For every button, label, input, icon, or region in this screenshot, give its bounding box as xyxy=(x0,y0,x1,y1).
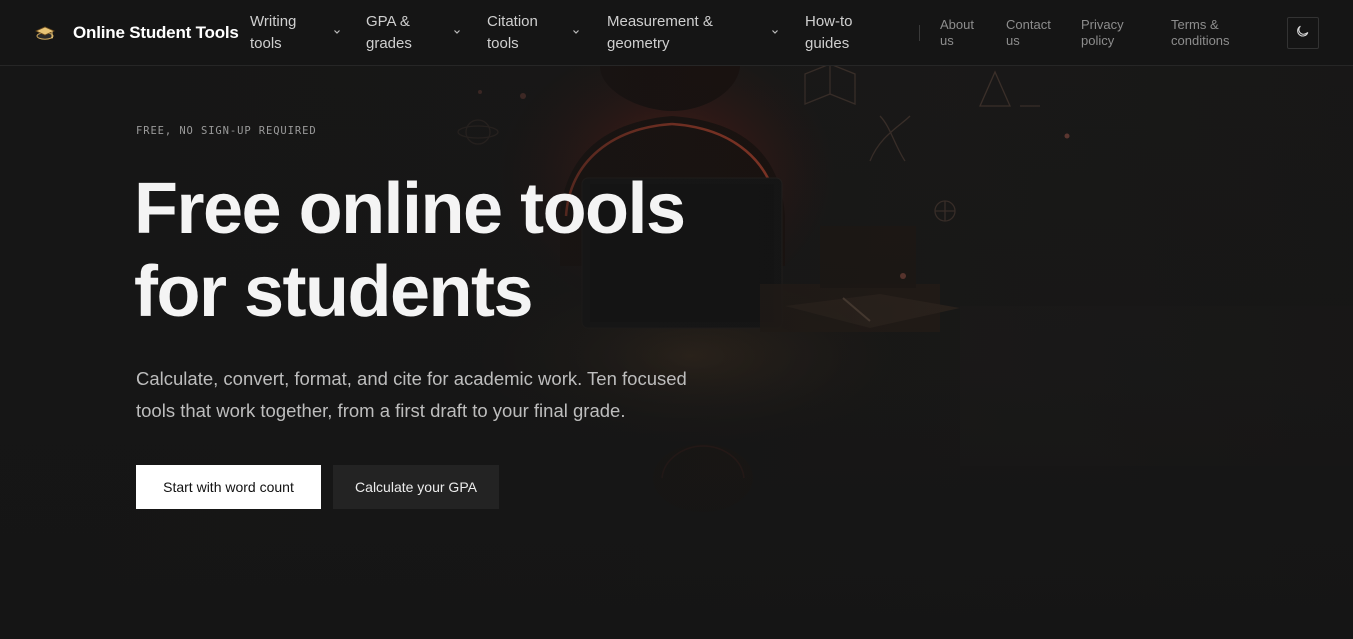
nav-label: Measurement & geometry xyxy=(607,13,713,52)
theme-toggle-button[interactable] xyxy=(1287,17,1319,49)
brand-name: Online Student Tools xyxy=(73,23,239,42)
start-word-count-button[interactable]: Start with word count xyxy=(136,465,321,509)
nav-label: Writing tools xyxy=(250,13,297,52)
chevron-down-icon xyxy=(770,27,780,37)
nav-divider xyxy=(919,25,920,41)
nav-measurement-geometry[interactable]: Measurement & geometry xyxy=(607,11,782,55)
site-header: Online Student Tools Writing tools GPA &… xyxy=(0,0,1353,66)
hero-subtitle: Calculate, convert, format, and cite for… xyxy=(136,368,687,421)
brand-home-link[interactable]: Online Student Tools xyxy=(34,19,239,47)
nav-label: GPA & grades xyxy=(366,13,412,52)
nav-how-to-guides[interactable]: How-to guides xyxy=(805,11,875,55)
nav-gpa-grades[interactable]: GPA & grades xyxy=(366,11,462,55)
contact-us-link[interactable]: Contact us xyxy=(1006,17,1056,49)
nav-citation-tools[interactable]: Citation tools xyxy=(487,11,581,55)
moon-icon xyxy=(1296,24,1310,43)
hero-headline: Free online tools for students xyxy=(134,169,686,332)
about-us-link[interactable]: About us xyxy=(940,17,980,49)
graduation-cap-logo-icon xyxy=(34,22,56,44)
chevron-down-icon xyxy=(571,27,581,37)
privacy-policy-link[interactable]: Privacy policy xyxy=(1081,17,1131,49)
chevron-down-icon xyxy=(332,27,342,37)
calculate-gpa-button[interactable]: Calculate your GPA xyxy=(333,465,499,509)
terms-conditions-link[interactable]: Terms & conditions xyxy=(1171,17,1241,49)
nav-writing-tools[interactable]: Writing tools xyxy=(250,11,342,55)
hero-background-illustration xyxy=(0,66,1353,639)
chevron-down-icon xyxy=(452,27,462,37)
page: Online Student Tools Writing tools GPA &… xyxy=(0,0,1353,639)
hero-section: FREE, NO SIGN-UP REQUIRED Free online to… xyxy=(0,66,1353,639)
nav-label: How-to guides xyxy=(805,13,853,52)
hero-eyebrow: FREE, NO SIGN-UP REQUIRED xyxy=(136,125,317,137)
nav-label: Citation tools xyxy=(487,13,538,52)
